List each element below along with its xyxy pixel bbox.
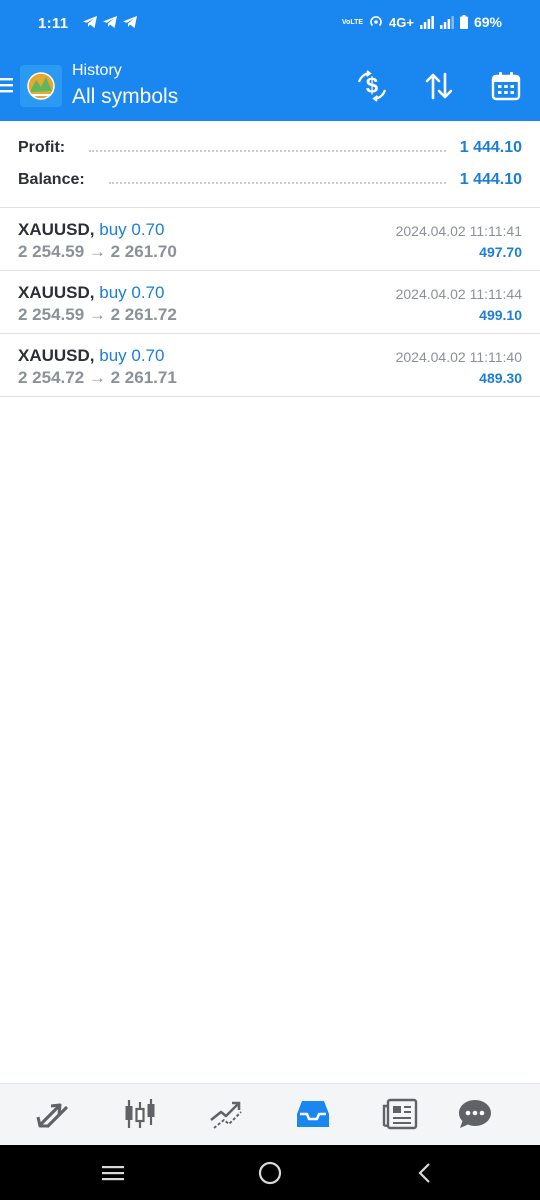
- battery-percent: 69%: [473, 14, 502, 30]
- tab-quotes[interactable]: [31, 1094, 75, 1134]
- signal-icon: [419, 15, 434, 29]
- volte-indicator: VoLTE: [341, 18, 364, 26]
- balance-label: Balance:: [18, 171, 85, 188]
- balance-value: 1 444.10: [459, 171, 522, 188]
- deal-symbol: XAUUSD: [18, 283, 90, 302]
- deals-list: XAUUSD, buy 0.70 2 254.59 → 2 261.70 202…: [0, 208, 540, 397]
- telegram-icon: [103, 16, 117, 28]
- app-logo-icon[interactable]: [20, 65, 62, 107]
- inbox-icon: [297, 1101, 329, 1127]
- deal-time: 2024.04.02 11:11:41: [395, 223, 522, 239]
- recent-apps-button[interactable]: [98, 1159, 128, 1187]
- telegram-icon: [123, 16, 137, 28]
- deal-symbol-line: XAUUSD, buy 0.70: [18, 346, 165, 365]
- deal-symbol-line: XAUUSD, buy 0.70: [18, 283, 165, 302]
- deal-row[interactable]: XAUUSD, buy 0.70 2 254.59 → 2 261.72 202…: [0, 271, 540, 334]
- home-button[interactable]: [255, 1159, 285, 1187]
- back-chevron-icon: [418, 1163, 430, 1183]
- back-button[interactable]: [410, 1159, 440, 1187]
- profit-row: Profit: 1 444.10: [18, 137, 522, 159]
- system-navigation-bar: [0, 1145, 540, 1200]
- deal-profit: 489.30: [479, 370, 522, 386]
- tab-trade[interactable]: [204, 1094, 248, 1134]
- screen-subtitle: History: [72, 62, 122, 79]
- profit-label: Profit:: [18, 139, 66, 156]
- tab-chart[interactable]: [118, 1094, 162, 1134]
- screen-title[interactable]: All symbols: [72, 85, 178, 109]
- notification-icons: [82, 14, 138, 30]
- tab-chat[interactable]: [453, 1094, 497, 1134]
- deal-side: buy 0.70: [99, 283, 165, 302]
- deal-prices: 2 254.72 → 2 261.71: [18, 368, 177, 387]
- app-bar: History All symbols $: [0, 48, 540, 121]
- calendar-button[interactable]: [486, 66, 526, 106]
- status-indicators: VoLTE 4G+ 69%: [342, 14, 502, 30]
- deal-prices: 2 254.59 → 2 261.70: [18, 242, 177, 261]
- home-circle-icon: [258, 1161, 282, 1185]
- deal-profit: 497.70: [479, 244, 522, 260]
- tab-news[interactable]: [378, 1094, 422, 1134]
- network-type: 4G+: [389, 14, 414, 30]
- hotspot-icon: [370, 16, 382, 27]
- sort-button[interactable]: [419, 66, 459, 106]
- svg-text:$: $: [366, 73, 378, 98]
- deal-side: buy 0.70: [99, 346, 165, 365]
- dotted-leader: [108, 182, 446, 184]
- deal-row[interactable]: XAUUSD, buy 0.70 2 254.59 → 2 261.70 202…: [0, 208, 540, 271]
- deal-prices: 2 254.59 → 2 261.72: [18, 305, 177, 324]
- status-bar: 1:11 VoLTE 4G+ 69%: [0, 0, 540, 48]
- dollar-swap-button[interactable]: $: [352, 66, 392, 106]
- dotted-leader: [89, 150, 446, 152]
- signal-icon: [439, 15, 454, 29]
- bottom-tab-bar: [0, 1083, 540, 1146]
- deal-row[interactable]: XAUUSD, buy 0.70 2 254.72 → 2 261.71 202…: [0, 334, 540, 397]
- chat-icon: [459, 1100, 491, 1128]
- deal-time: 2024.04.02 11:11:44: [395, 286, 522, 302]
- deal-profit: 499.10: [479, 307, 522, 323]
- status-time: 1:11: [38, 15, 69, 32]
- balance-row: Balance: 1 444.10: [18, 169, 522, 191]
- menu-icon[interactable]: [0, 74, 14, 96]
- battery-icon: [459, 15, 468, 29]
- deal-time: 2024.04.02 11:11:40: [395, 349, 522, 365]
- deal-side: buy 0.70: [99, 220, 165, 239]
- trend-icon: [210, 1101, 242, 1129]
- tab-history[interactable]: [291, 1094, 335, 1134]
- deal-symbol: XAUUSD: [18, 220, 90, 239]
- recent-apps-icon: [102, 1166, 124, 1181]
- calendar-icon: [491, 72, 521, 101]
- dollar-swap-icon: $: [357, 70, 387, 102]
- candlestick-icon: [125, 1099, 155, 1128]
- deal-symbol-line: XAUUSD, buy 0.70: [18, 220, 165, 239]
- profit-value: 1 444.10: [459, 139, 522, 156]
- arrows-icon: [36, 1103, 68, 1128]
- history-summary: Profit: 1 444.10 Balance: 1 444.10: [0, 121, 540, 208]
- deal-symbol: XAUUSD: [18, 346, 90, 365]
- news-icon: [382, 1098, 418, 1130]
- sort-icon: [425, 72, 453, 100]
- telegram-icon: [83, 16, 97, 28]
